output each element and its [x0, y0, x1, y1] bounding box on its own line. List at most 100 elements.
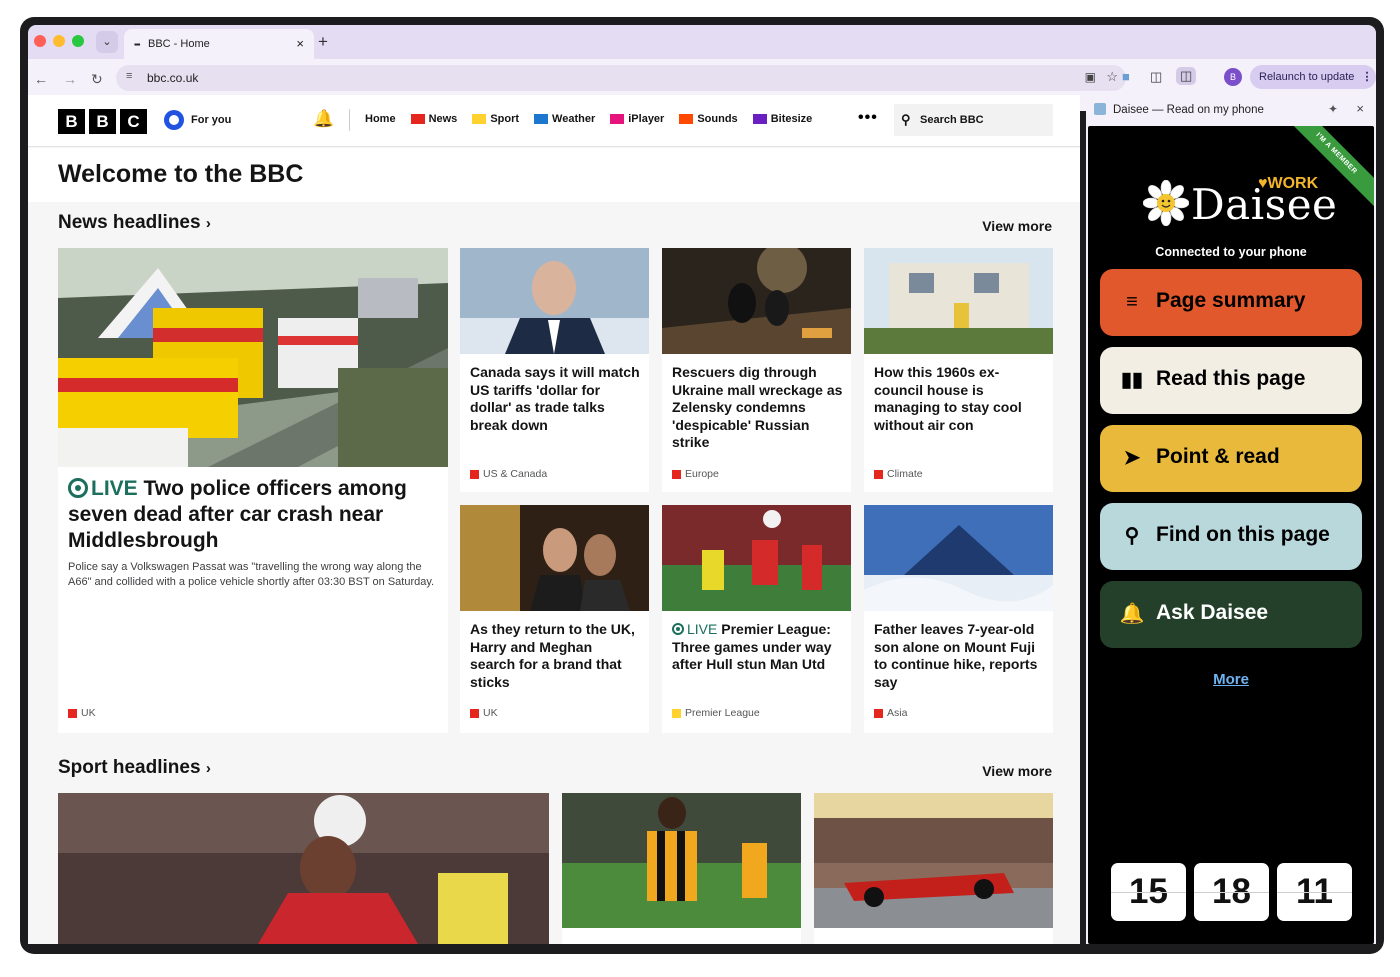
more-menu-icon[interactable]: •••: [858, 109, 878, 127]
bbc-logo[interactable]: B B C: [58, 109, 147, 134]
extensions-puzzle-icon[interactable]: ◫: [1150, 69, 1162, 85]
extension-daisee-icon[interactable]: ■: [1122, 69, 1130, 84]
story-tag[interactable]: UK: [470, 707, 498, 719]
story-headline[interactable]: Canada says it will match US tariffs 'do…: [470, 364, 641, 434]
bbc-logo-letter: B: [89, 109, 116, 134]
bbc-nav: Home News Sport Weather iPlayer Sounds Bitesiz…: [365, 113, 812, 125]
nav-bitesize-link[interactable]: Bitesize: [752, 113, 812, 125]
council-house-image: [864, 248, 1053, 354]
cast-icon[interactable]: ▣: [1085, 70, 1096, 84]
nav-sport-link[interactable]: Sport: [472, 113, 519, 125]
sport-story-card[interactable]: [814, 793, 1053, 944]
search-label: Search BBC: [920, 114, 984, 126]
page-title: Welcome to the BBC: [58, 160, 304, 188]
story-tag[interactable]: US & Canada: [470, 468, 547, 480]
more-link[interactable]: More: [1088, 671, 1374, 688]
story-tag[interactable]: Premier League: [672, 707, 760, 719]
story-headline[interactable]: Father leaves 7-year-old son alone on Mo…: [874, 621, 1045, 691]
news-section-title[interactable]: News headlines ›: [58, 212, 211, 234]
lead-headline[interactable]: LIVE Two police officers among seven dea…: [68, 476, 438, 554]
nav-news-link[interactable]: News: [410, 113, 457, 125]
bbc-favicon-icon: ▪▪▪: [134, 40, 140, 49]
story-tag[interactable]: UK: [68, 707, 96, 719]
for-you-link[interactable]: For you: [164, 110, 231, 130]
tab-bbc-home[interactable]: ▪▪▪ BBC - Home ×: [124, 29, 314, 59]
weather-logo-icon: [534, 114, 549, 124]
relaunch-button[interactable]: Relaunch to update ⋮: [1250, 65, 1376, 89]
site-settings-icon[interactable]: ≡: [126, 70, 132, 82]
lines-icon: ≡: [1126, 291, 1138, 313]
point-and-read-button[interactable]: ➤ Point & read: [1100, 425, 1362, 492]
story-card[interactable]: LIVE Premier League: Three games under w…: [662, 505, 851, 733]
address-bar[interactable]: ≡ bbc.co.uk ▣ ☆: [116, 65, 1126, 91]
sport-story-card[interactable]: [562, 793, 801, 944]
ask-daisee-button[interactable]: 🔔 Ask Daisee: [1100, 581, 1362, 648]
nav-label: Weather: [552, 113, 596, 125]
bbc-page: B B C For you 🔔 Home News Sport Weather iPla…: [28, 95, 1080, 944]
kebab-menu-icon[interactable]: ⋮: [1361, 71, 1372, 83]
page-summary-button[interactable]: ≡ Page summary: [1100, 269, 1362, 336]
nav-weather-link[interactable]: Weather: [534, 113, 595, 125]
story-headline[interactable]: Rescuers dig through Ukraine mall wrecka…: [672, 364, 843, 452]
url-text[interactable]: bbc.co.uk: [147, 71, 198, 85]
tab-search-chevron-icon[interactable]: ⌄: [96, 31, 118, 53]
story-headline[interactable]: How this 1960s ex-council house is manag…: [874, 364, 1045, 434]
tag-label: UK: [81, 707, 96, 719]
premier-league-image: [662, 505, 851, 611]
daisee-app: I'M A MEMBER Daisee ♥WORK Connected to y…: [1088, 126, 1374, 944]
lead-story-card[interactable]: LIVE Two police officers among seven dea…: [58, 248, 448, 733]
story-card[interactable]: Father leaves 7-year-old son alone on Mo…: [864, 505, 1053, 733]
story-card[interactable]: Canada says it will match US tariffs 'do…: [460, 248, 649, 492]
connection-status: Connected to your phone: [1155, 245, 1307, 259]
close-panel-icon[interactable]: ×: [1356, 101, 1364, 116]
sport-section-title[interactable]: Sport headlines ›: [58, 757, 211, 779]
notifications-bell-icon[interactable]: 🔔: [313, 109, 334, 129]
story-headline[interactable]: As they return to the UK, Harry and Megh…: [470, 621, 641, 691]
story-tag[interactable]: Climate: [874, 468, 923, 480]
bell-icon: 🔔: [1119, 603, 1145, 625]
bitesize-logo-icon: [752, 114, 767, 124]
profile-avatar[interactable]: B: [1224, 68, 1242, 86]
sport-logo-icon: [472, 114, 487, 124]
story-tag[interactable]: Asia: [874, 707, 907, 719]
close-window-button[interactable]: [34, 35, 46, 47]
chevron-right-icon: ›: [205, 215, 211, 232]
story-headline[interactable]: LIVE Premier League: Three games under w…: [672, 621, 843, 674]
user-avatar-icon: [164, 110, 184, 130]
minimize-window-button[interactable]: [53, 35, 65, 47]
bbc-header: B B C For you 🔔 Home News Sport Weather iPla…: [28, 95, 1080, 147]
pointer-icon: ➤: [1123, 447, 1141, 469]
divider: [349, 109, 350, 131]
work-badge: ♥WORK: [1258, 175, 1319, 192]
reload-icon[interactable]: ↻: [91, 71, 103, 88]
news-view-more-link[interactable]: View more: [982, 218, 1052, 234]
bookmark-star-icon[interactable]: ☆: [1106, 69, 1118, 85]
police-crash-image: [58, 248, 448, 467]
story-card[interactable]: How this 1960s ex-council house is manag…: [864, 248, 1053, 492]
forward-icon[interactable]: →: [63, 71, 77, 87]
story-tag[interactable]: Europe: [672, 468, 719, 480]
new-tab-icon[interactable]: +: [318, 32, 328, 52]
nav-home-link[interactable]: Home: [365, 113, 396, 125]
story-card[interactable]: As they return to the UK, Harry and Megh…: [460, 505, 649, 733]
sport-view-more-link[interactable]: View more: [982, 763, 1052, 779]
nav-iplayer-link[interactable]: iPlayer: [610, 113, 664, 125]
find-on-page-button[interactable]: ⚲ Find on this page: [1100, 503, 1362, 570]
news-tag-icon: [470, 708, 479, 718]
search-icon: ⚲: [1124, 525, 1140, 547]
back-icon[interactable]: ←: [34, 71, 48, 87]
sport-story-card[interactable]: [58, 793, 549, 944]
zoom-window-button[interactable]: [72, 35, 84, 47]
search-bbc-button[interactable]: ⚲ Search BBC: [894, 104, 1053, 136]
book-icon: ▮▮: [1120, 369, 1143, 391]
side-panel-title[interactable]: Daisee — Read on my phone: [1113, 104, 1264, 116]
close-tab-icon[interactable]: ×: [296, 36, 304, 51]
nav-sounds-link[interactable]: Sounds: [679, 113, 738, 125]
pin-icon[interactable]: ✦: [1328, 102, 1338, 116]
for-you-label: For you: [191, 114, 232, 126]
side-panel-icon[interactable]: ◫: [1176, 67, 1197, 85]
sport-tag-icon: [672, 708, 681, 718]
read-this-page-button[interactable]: ▮▮ Read this page: [1100, 347, 1362, 414]
side-panel-header: Daisee — Read on my phone ✦ ×: [1086, 95, 1376, 123]
story-card[interactable]: Rescuers dig through Ukraine mall wrecka…: [662, 248, 851, 492]
